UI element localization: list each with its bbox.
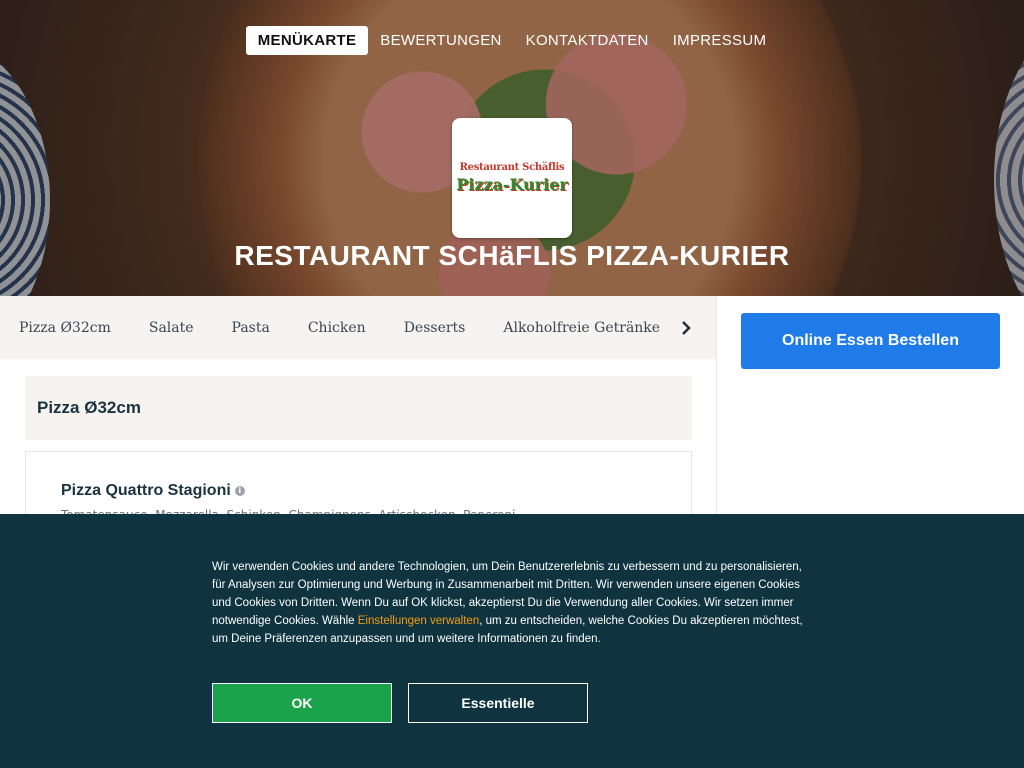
order-online-button[interactable]: Online Essen Bestellen — [741, 313, 1000, 369]
info-icon[interactable]: i — [234, 485, 245, 496]
cookie-ok-button[interactable]: OK — [212, 683, 392, 723]
cookie-banner: Wir verwenden Cookies und andere Technol… — [0, 514, 1024, 768]
restaurant-logo: Restaurant Schäflis Pizza-Kurier — [452, 118, 572, 238]
restaurant-title: RESTAURANT SCHäFLIS PIZZA-KURIER — [234, 240, 790, 271]
manage-settings-link[interactable]: Einstellungen verwalten — [358, 615, 479, 627]
category-chicken[interactable]: Chicken — [289, 320, 385, 336]
nav-impressum[interactable]: IMPRESSUM — [661, 26, 779, 55]
nav-menukarte[interactable]: MENÜKARTE — [245, 26, 369, 55]
menu-item-name-text: Pizza Quattro Stagioni — [61, 482, 231, 499]
logo-line-1: Restaurant Schäflis — [459, 162, 565, 173]
category-desserts[interactable]: Desserts — [385, 320, 485, 336]
hero-banner: MENÜKARTE BEWERTUNGEN KONTAKTDATEN IMPRE… — [0, 0, 1024, 296]
category-pasta[interactable]: Pasta — [213, 320, 289, 336]
nav-kontaktdaten[interactable]: KONTAKTDATEN — [514, 26, 661, 55]
cookie-essential-button[interactable]: Essentielle — [408, 683, 588, 723]
category-alkoholfreie-getraenke[interactable]: Alkoholfreie Getränke — [484, 320, 679, 336]
top-navigation: MENÜKARTE BEWERTUNGEN KONTAKTDATEN IMPRE… — [0, 26, 1024, 55]
category-salate[interactable]: Salate — [130, 320, 213, 336]
chevron-right-icon[interactable] — [656, 296, 716, 359]
menu-section-title: Pizza Ø32cm — [25, 376, 692, 440]
menu-item-name: Pizza Quattro Stagioni i — [61, 482, 245, 500]
category-pizza[interactable]: Pizza Ø32cm — [0, 320, 130, 336]
cookie-text: Wir verwenden Cookies und andere Technol… — [212, 558, 812, 648]
logo-line-2: Pizza-Kurier — [456, 175, 568, 194]
category-bar: Pizza Ø32cm Salate Pasta Chicken Dessert… — [0, 296, 716, 359]
nav-bewertungen[interactable]: BEWERTUNGEN — [368, 26, 513, 55]
